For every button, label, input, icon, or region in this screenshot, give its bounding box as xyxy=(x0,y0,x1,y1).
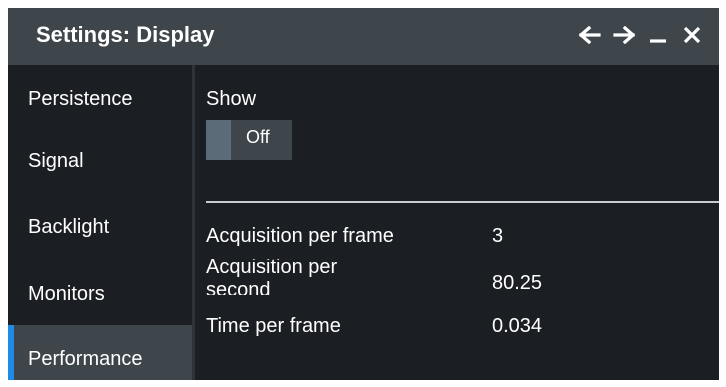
section-divider xyxy=(206,201,719,203)
performance-panel: Show Off Acquisition per frame 3 Acquisi… xyxy=(195,65,719,380)
sidebar-item-backlight[interactable]: Backlight xyxy=(8,193,192,251)
sidebar-item-label: Persistence xyxy=(28,88,133,110)
title-bar: Settings: Display xyxy=(8,8,719,65)
dialog-title: Settings: Display xyxy=(36,22,215,47)
show-toggle[interactable]: Off xyxy=(206,120,292,160)
acquisition-per-second-label: Acquisition per second xyxy=(206,259,338,295)
sidebar-item-label: Signal xyxy=(28,150,84,172)
sidebar-item-persistence[interactable]: Persistence xyxy=(8,65,192,123)
toggle-knob xyxy=(206,120,231,160)
acquisition-per-second-value: 80.25 xyxy=(492,272,543,294)
close-icon[interactable] xyxy=(675,18,709,52)
acquisition-per-frame-label: Acquisition per frame xyxy=(206,225,394,247)
time-per-frame-label: Time per frame xyxy=(206,315,341,337)
settings-display-dialog: Settings: Display Persistence Signal Bac… xyxy=(8,8,719,380)
sidebar-item-signal[interactable]: Signal xyxy=(8,129,192,187)
sidebar-item-performance[interactable]: Performance xyxy=(8,325,192,380)
toggle-state-label: Off xyxy=(246,127,270,147)
time-per-frame-value: 0.034 xyxy=(492,315,543,337)
sidebar-item-monitors[interactable]: Monitors xyxy=(8,258,192,316)
sidebar: Persistence Signal Backlight Monitors Pe… xyxy=(8,65,192,380)
active-indicator xyxy=(8,325,14,380)
sidebar-item-label: Monitors xyxy=(28,283,105,305)
acquisition-per-frame-value: 3 xyxy=(492,225,504,247)
acquisition-per-second-label-clip: Acquisition per second xyxy=(206,259,476,295)
minimize-icon[interactable] xyxy=(641,18,675,52)
arrow-right-icon[interactable] xyxy=(607,18,641,52)
show-label: Show xyxy=(206,88,257,110)
sidebar-item-label: Backlight xyxy=(28,216,110,238)
arrow-left-icon[interactable] xyxy=(573,18,607,52)
window-controls xyxy=(573,18,709,52)
sidebar-item-label: Performance xyxy=(28,348,143,370)
